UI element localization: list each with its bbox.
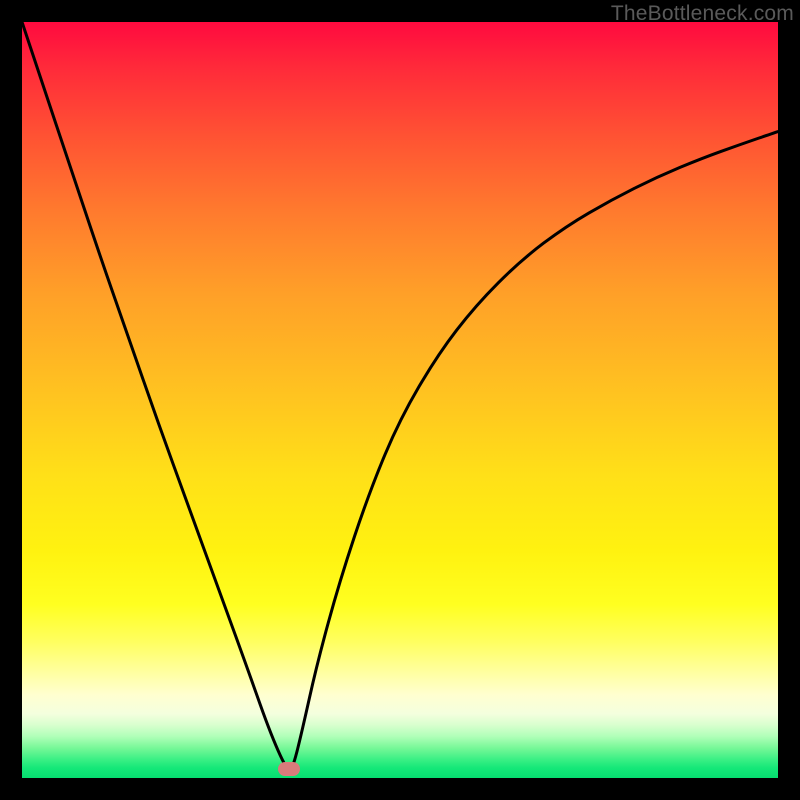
plot-area xyxy=(22,22,778,778)
gradient-background xyxy=(22,22,778,778)
chart-frame: TheBottleneck.com xyxy=(0,0,800,800)
minimum-marker xyxy=(278,762,300,776)
